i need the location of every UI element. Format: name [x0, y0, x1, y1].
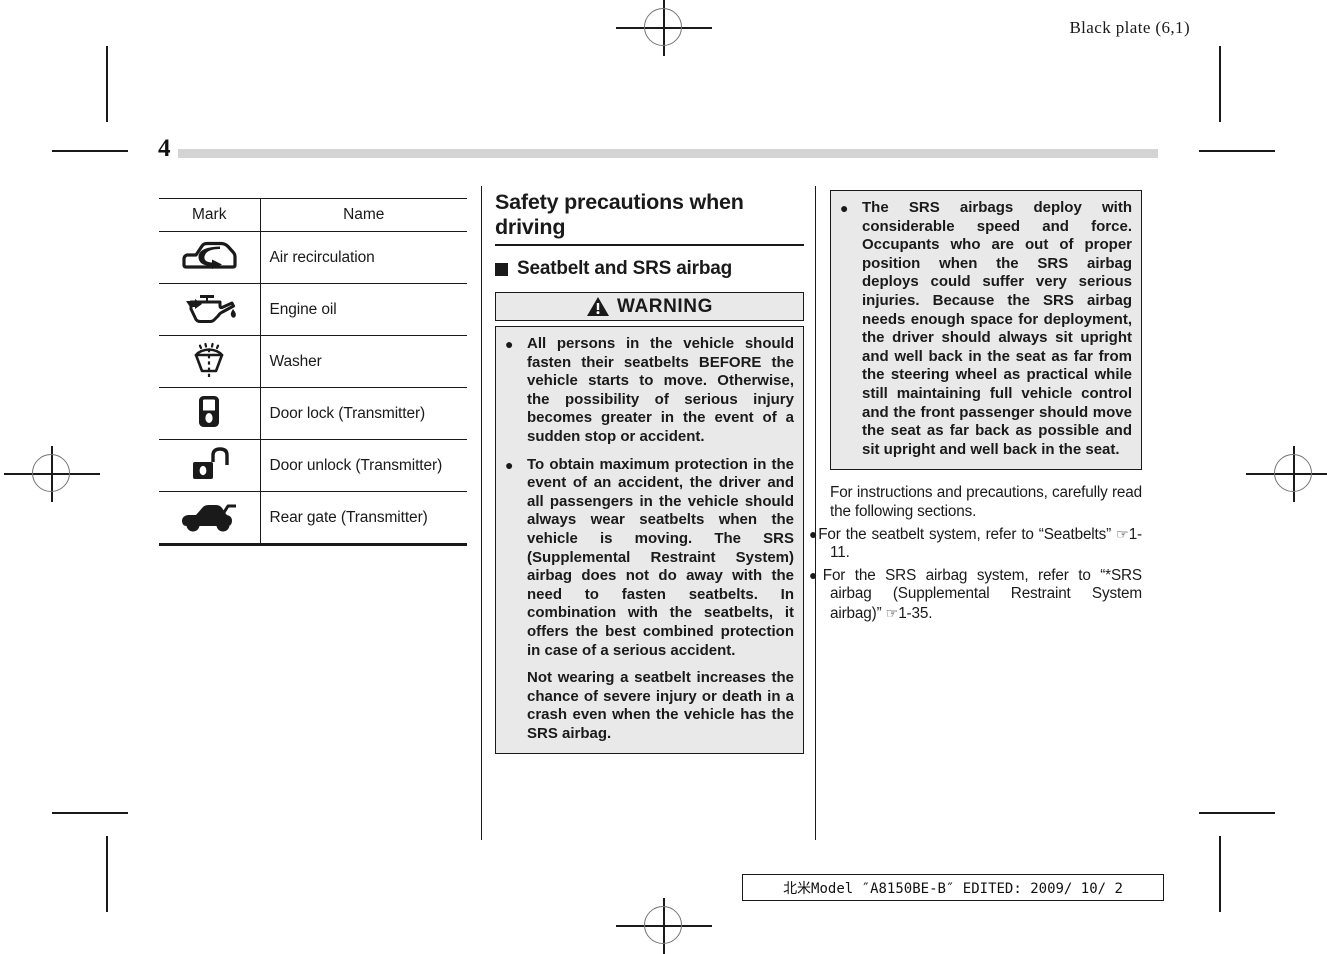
- table-row: Door unlock (Transmitter): [159, 439, 467, 492]
- door-lock-icon: [176, 391, 242, 431]
- reference-list-item: ●For the SRS airbag system, refer to “*S…: [809, 566, 1142, 624]
- filled-square-icon: [495, 262, 508, 276]
- crop-mark-bottom-left-vertical: [106, 836, 108, 912]
- page-number-bar: 4: [158, 135, 1158, 164]
- pointing-hand-icon: ☞: [885, 604, 899, 621]
- crop-mark-top-right-horizontal: [1199, 150, 1275, 152]
- door-unlock-icon: [176, 443, 242, 483]
- name-cell: Air recirculation: [259, 231, 467, 284]
- warning-triangle-icon: [586, 297, 609, 316]
- mark-cell: [159, 283, 260, 336]
- reference-item-text: ●For the SRS airbag system, refer to “*S…: [809, 566, 1142, 624]
- column-header-name: Name: [259, 198, 467, 232]
- table-row: Rear gate (Transmitter): [159, 491, 467, 546]
- warning-list-item: ● The SRS airbags deploy with considerab…: [840, 199, 1132, 459]
- registration-mark-circle: [32, 454, 70, 492]
- table-row: Door lock (Transmitter): [159, 387, 467, 440]
- warning-closing-paragraph: Not wearing a seatbelt increases the cha…: [527, 669, 794, 742]
- page-title: Safety precautions when driving: [495, 190, 804, 246]
- name-cell: Rear gate (Transmitter): [259, 491, 467, 546]
- bullet-icon: ●: [505, 336, 514, 352]
- rear-gate-icon: [176, 495, 242, 535]
- warning-label: WARNING: [616, 295, 714, 317]
- crop-mark-top-left-vertical: [106, 46, 108, 122]
- bullet-icon: ●: [505, 456, 514, 473]
- registration-mark-right: [1246, 446, 1327, 502]
- subsection-heading-label: Seatbelt and SRS airbag: [517, 258, 733, 279]
- crop-mark-bottom-right-horizontal: [1199, 812, 1275, 814]
- engine-oil-icon: [176, 287, 242, 327]
- warning-item-text: The SRS airbags deploy with considerable…: [862, 199, 1132, 458]
- registration-mark-circle: [644, 906, 682, 944]
- page-number: 4: [158, 135, 171, 162]
- name-cell: Door unlock (Transmitter): [259, 439, 467, 492]
- table-row: Washer: [159, 335, 467, 388]
- bullet-icon: ●: [809, 525, 819, 542]
- instructions-intro: For instructions and precautions, carefu…: [830, 484, 1142, 520]
- crop-mark-bottom-right-vertical: [1219, 836, 1221, 912]
- column-right: ● The SRS airbags deploy with considerab…: [809, 190, 1142, 624]
- subsection-heading: Seatbelt and SRS airbag: [495, 258, 804, 280]
- reference-item-label: For the SRS airbag system, refer to “*SR…: [822, 566, 1142, 622]
- warning-item-text: To obtain maximum protection in the even…: [527, 455, 794, 659]
- column-header-mark: Mark: [159, 198, 260, 232]
- table-row: Engine oil: [159, 283, 467, 336]
- table-header-row: Mark Name: [159, 198, 467, 232]
- name-cell: Engine oil: [259, 283, 467, 336]
- column-divider-left: [481, 186, 483, 840]
- edition-stamp: 北米Model ″A8150BE-B″ EDITED: 2009/ 10/ 2: [742, 874, 1164, 901]
- table-row: Air recirculation: [159, 231, 467, 284]
- bullet-icon: ●: [809, 566, 823, 583]
- reference-item-page: 1-35.: [898, 604, 933, 622]
- mark-cell: [159, 491, 260, 546]
- mark-cell: [159, 439, 260, 492]
- name-cell: Washer: [259, 335, 467, 388]
- bullet-icon: ●: [840, 200, 849, 216]
- pointing-hand-icon: ☞: [1116, 525, 1129, 542]
- warning-banner: WARNING: [495, 292, 804, 321]
- warning-list-item: ● All persons in the vehicle should fast…: [505, 335, 794, 447]
- crop-mark-top-right-vertical: [1219, 46, 1221, 122]
- crop-mark-bottom-left-horizontal: [52, 812, 128, 814]
- crop-mark-top-left-horizontal: [52, 150, 128, 152]
- warning-content-right: ● The SRS airbags deploy with considerab…: [830, 190, 1142, 471]
- mark-cell: [159, 335, 260, 388]
- air-recirculation-icon: [176, 235, 242, 275]
- mark-table: Mark Name Air recirculation Engine oil W…: [159, 198, 467, 546]
- black-plate-label: Black plate (6,1): [1069, 18, 1190, 37]
- washer-icon: [176, 339, 242, 379]
- registration-mark-bottom: [616, 898, 712, 954]
- mark-cell: [159, 387, 260, 440]
- reference-item-label: For the seatbelt system, refer to “Seatb…: [818, 525, 1117, 543]
- reference-item-text: ●For the seatbelt system, refer to “Seat…: [809, 525, 1142, 563]
- warning-item-text: All persons in the vehicle should fasten…: [527, 335, 794, 445]
- column-center: Safety precautions when driving Seatbelt…: [495, 190, 804, 755]
- name-cell: Door lock (Transmitter): [259, 387, 467, 440]
- registration-mark-left: [4, 446, 100, 502]
- page-rule-bar: [178, 149, 1158, 158]
- warning-content-left: ● All persons in the vehicle should fast…: [495, 326, 804, 755]
- mark-cell: [159, 231, 260, 284]
- column-divider-right: [815, 186, 817, 840]
- mark-table-container: Mark Name Air recirculation Engine oil W…: [159, 198, 467, 546]
- reference-list-item: ●For the seatbelt system, refer to “Seat…: [809, 525, 1142, 563]
- warning-list-item: ● To obtain maximum protection in the ev…: [505, 456, 794, 661]
- registration-mark-circle: [1274, 454, 1312, 492]
